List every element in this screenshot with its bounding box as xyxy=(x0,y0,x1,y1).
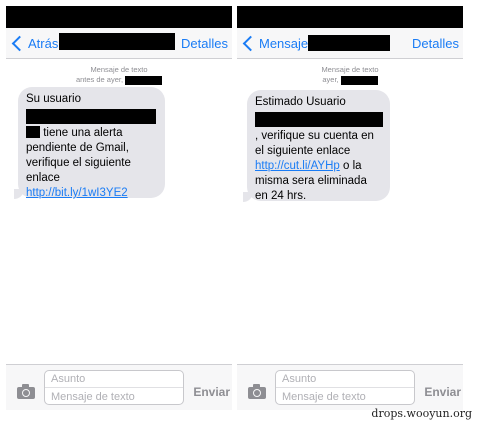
time-redacted xyxy=(340,75,378,85)
time-redacted xyxy=(125,75,163,85)
meta-line2: ayer, xyxy=(322,75,339,84)
bubble-tail xyxy=(14,189,24,199)
camera-icon[interactable] xyxy=(248,384,266,399)
details-button[interactable]: Detalles xyxy=(181,36,228,51)
username-redacted xyxy=(255,112,383,127)
bubble-greeting: Su usuario xyxy=(26,93,81,105)
message-bubble: Su usuario tiene una alerta pendiente de… xyxy=(18,87,165,199)
message-input[interactable] xyxy=(276,388,414,405)
meta-line1: Mensaje de texto xyxy=(321,65,379,74)
message-bubble: Estimado Usuario , verifique su cuenta e… xyxy=(247,90,390,202)
composer-fields xyxy=(44,370,184,405)
composer-fields xyxy=(275,370,415,405)
back-button[interactable]: Mensajes xyxy=(242,33,315,53)
composer-bar: Enviar xyxy=(6,364,232,410)
bubble-body: tiene una alerta pendiente de Gmail, ver… xyxy=(26,127,131,184)
contact-name-redacted xyxy=(59,33,175,50)
meta-line2: antes de ayer, xyxy=(75,75,124,84)
bubble-greeting: Estimado Usuario xyxy=(255,96,346,108)
chevron-left-icon xyxy=(11,35,28,51)
back-label: Mensajes xyxy=(259,35,315,51)
nav-bar: Atrás Detalles xyxy=(6,28,232,59)
subject-input[interactable] xyxy=(45,371,183,388)
watermark: drops.wooyun.org xyxy=(371,407,472,420)
bubble-tail xyxy=(243,192,253,202)
back-button[interactable]: Atrás xyxy=(11,33,59,53)
phishing-link[interactable]: http://bit.ly/1wI3YE2 xyxy=(26,187,128,199)
details-button[interactable]: Detalles xyxy=(412,36,459,51)
username-redacted-2 xyxy=(26,126,40,138)
username-redacted xyxy=(26,109,156,124)
status-bar-redacted xyxy=(6,6,232,28)
composer-bar: Enviar xyxy=(237,364,463,410)
message-timestamp: Mensaje de texto ayer, xyxy=(237,65,463,85)
camera-icon[interactable] xyxy=(17,384,35,399)
right-screen: Mensajes Detalles Mensaje de texto ayer,… xyxy=(237,6,463,410)
status-bar-redacted xyxy=(237,6,463,28)
nav-bar: Mensajes Detalles xyxy=(237,28,463,59)
chevron-left-icon xyxy=(242,35,259,51)
message-input[interactable] xyxy=(45,388,183,405)
meta-line1: Mensaje de texto xyxy=(90,65,148,74)
send-button[interactable]: Enviar xyxy=(424,385,461,399)
message-timestamp: Mensaje de texto antes de ayer, xyxy=(6,65,232,85)
phishing-link[interactable]: http://cut.li/AYHp xyxy=(255,160,340,172)
back-label: Atrás xyxy=(28,35,59,51)
contact-name-redacted xyxy=(308,35,390,51)
left-screen: Atrás Detalles Mensaje de texto antes de… xyxy=(6,6,232,410)
send-button[interactable]: Enviar xyxy=(193,385,230,399)
bubble-body: , verifique su cuenta en el siguiente en… xyxy=(255,130,374,157)
subject-input[interactable] xyxy=(276,371,414,388)
